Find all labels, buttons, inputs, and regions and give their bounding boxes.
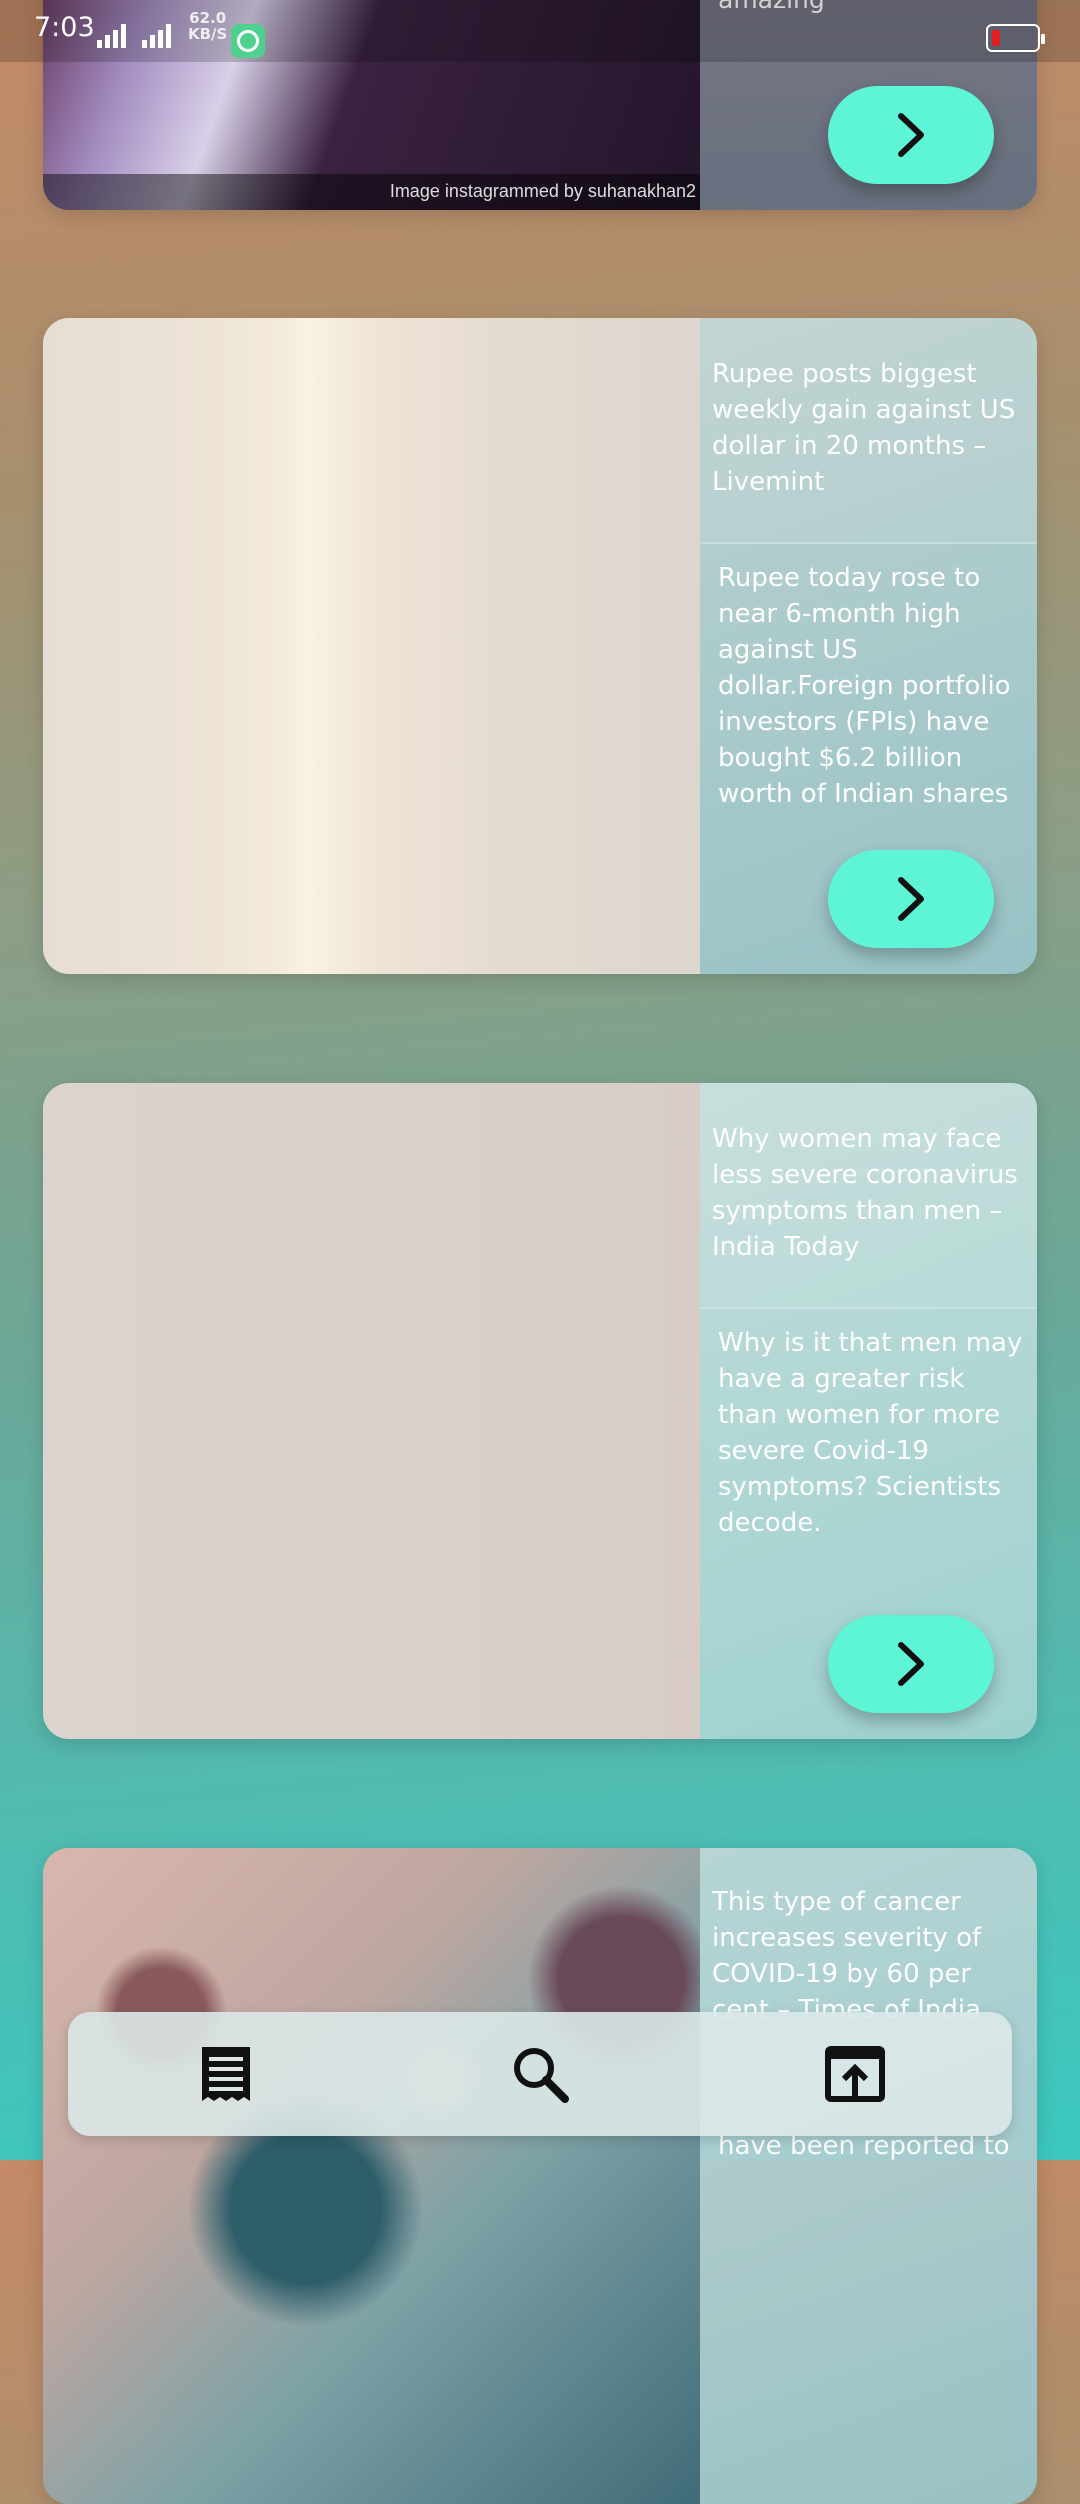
network-speed-unit: KB/S xyxy=(188,25,228,43)
card-panel: This type of cancer increases severity o… xyxy=(700,1848,1037,2504)
article-title[interactable]: Why women may face less severe coronavir… xyxy=(712,1121,1032,1265)
chevron-right-icon xyxy=(898,113,924,157)
news-card: Rupee posts biggest weekly gain against … xyxy=(43,318,1037,974)
signal-strength-2-icon xyxy=(142,22,171,48)
read-more-button[interactable] xyxy=(828,86,994,184)
signal-strength-icon xyxy=(97,22,126,48)
nav-search-button[interactable] xyxy=(508,2042,572,2106)
chevron-right-icon xyxy=(898,1642,924,1686)
card-panel: Rupee posts biggest weekly gain against … xyxy=(700,318,1037,974)
article-title[interactable]: Rupee posts biggest weekly gain against … xyxy=(712,356,1032,500)
read-more-button[interactable] xyxy=(828,1615,994,1713)
article-image[interactable] xyxy=(43,318,700,974)
news-card: Why women may face less severe coronavir… xyxy=(43,1083,1037,1739)
nav-open-button[interactable] xyxy=(823,2042,887,2106)
network-speed-value: 62.0 xyxy=(189,9,227,27)
bottom-navigation xyxy=(68,2012,1012,2136)
article-description: Rupee today rose to near 6-month high ag… xyxy=(718,563,1011,809)
news-card: This type of cancer increases severity o… xyxy=(43,1848,1037,2504)
open-external-icon xyxy=(825,2046,885,2102)
card-panel: Why women may face less severe coronavir… xyxy=(700,1083,1037,1739)
app-notification-icon xyxy=(231,24,265,58)
article-title[interactable]: This type of cancer increases severity o… xyxy=(712,1884,1032,2028)
status-bar: 7:03 62.0 KB/S xyxy=(0,0,1080,62)
read-more-button[interactable] xyxy=(828,850,994,948)
article-image[interactable] xyxy=(43,1083,700,1739)
image-caption: Image instagrammed by suhanakhan2 xyxy=(389,181,696,201)
title-section: Rupee posts biggest weekly gain against … xyxy=(700,318,1037,544)
battery-low-icon xyxy=(986,24,1045,52)
status-time: 7:03 xyxy=(34,12,95,43)
article-description: Why is it that men may have a greater ri… xyxy=(718,1328,1023,1538)
network-speed: 62.0 KB/S xyxy=(188,10,227,42)
chevron-right-icon xyxy=(898,877,924,921)
article-image[interactable] xyxy=(43,1848,700,2504)
search-icon xyxy=(514,2048,569,2103)
news-feed-icon xyxy=(202,2047,250,2101)
title-section: Why women may face less severe coronavir… xyxy=(700,1083,1037,1309)
nav-feed-button[interactable] xyxy=(194,2042,258,2106)
